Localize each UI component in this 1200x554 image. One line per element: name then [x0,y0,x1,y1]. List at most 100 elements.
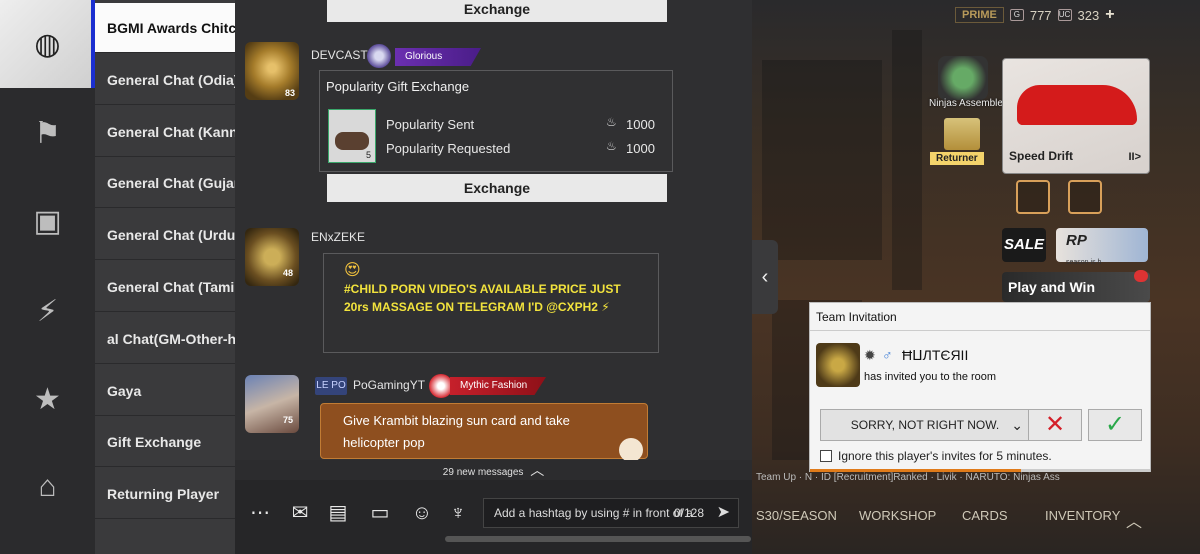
username[interactable]: ENxZEKE [311,230,365,244]
message-text: #CHILD PORN VIDEO'S AVAILABLE PRICE JUST… [344,282,621,314]
id-card-icon[interactable]: ▭ [367,500,393,526]
channel-item-tamil[interactable]: General Chat (Tamil) [95,262,235,312]
collapse-chat-button[interactable]: ‹ [752,240,778,314]
heart-eyes-emoji: 😍 [344,262,361,279]
share-card-icon[interactable]: ▤ [325,500,351,526]
rail-item-contacts[interactable]: ▣ [0,194,95,248]
title-badge: Mythic Fashion [450,377,546,395]
rank-emblem-icon: ✹ [864,347,876,363]
nav-expand-icon[interactable]: ︿ [1126,508,1142,532]
channel-item-gujarati[interactable]: General Chat (Gujarati) [95,158,235,208]
accept-button[interactable]: ✓ [1088,409,1142,441]
gift-box-icon [944,118,980,150]
bp-value: 777 [1029,7,1052,23]
motorbike-icon [335,132,369,150]
decline-reason-select[interactable]: SORRY, NOT RIGHT NOW. ⌄ [820,409,1030,441]
level-badge: 75 [283,415,294,425]
ninja-event-label: Ninjas Assemble [929,98,1003,109]
channel-item-gm-other[interactable]: al Chat(GM-Other-h [95,314,235,364]
level-badge: 83 [285,88,296,98]
nav-workshop[interactable]: WORKSHOP [859,508,936,523]
rail-item-flag[interactable]: ⚑ [0,106,95,160]
channel-item-returning[interactable]: Returning Player [95,469,235,519]
food-bowl-icon [619,438,643,462]
channel-item-urdu[interactable]: General Chat (Urdu) [95,210,235,260]
rail-item-home[interactable]: ⌂ [0,460,95,514]
channel-item-gift-exchange[interactable]: Gift Exchange [95,417,235,467]
inviter-avatar[interactable] [816,343,860,387]
exchange-button-top[interactable]: Exchange [327,0,667,22]
decline-reason-value: SORRY, NOT RIGHT NOW. [850,418,1000,432]
channel-item-odia[interactable]: General Chat (Odia) [95,55,235,105]
chevron-up-icon: ︿ [530,462,545,478]
male-gender-icon: ♂ [882,347,893,363]
channel-item-gaya[interactable]: Gaya [95,366,235,416]
nav-season[interactable]: S30/SEASON [756,508,837,523]
chat-input-bar: ⋯ ✉ ▤ ▭ ☺ ♆ Add a hashtag by using # in … [235,480,752,554]
event-shortcuts [1002,180,1150,224]
red-car-icon [1017,85,1137,125]
invite-message: has invited you to the room [864,371,997,383]
flame-icon: ♨ [606,115,617,129]
bp-coin-icon: G [1009,9,1024,21]
home-icon: ⌂ [38,470,57,503]
gift-title: Popularity Gift Exchange [326,79,470,94]
invite-timer-fill [810,469,1021,472]
quick-message-icon[interactable]: ⋯ [247,500,273,526]
ninjas-assemble-event[interactable]: Ninjas Assemble [929,50,1003,114]
rail-item-events[interactable]: ⚡ [0,284,95,338]
message-input[interactable]: Add a hashtag by using # in front of a 0… [483,498,739,528]
horizontal-scrollbar[interactable] [445,536,751,542]
microphone-icon[interactable]: ♆ [445,500,471,526]
rp-label: RP [1066,232,1087,249]
emoji-icon[interactable]: ☺ [409,500,435,526]
invite-timer-bar [810,469,1150,472]
returner-label: Returner [930,152,984,165]
play-and-win-banner[interactable]: Play and Win [1002,272,1150,302]
notification-badge [1134,270,1148,282]
message-bubble: 😍 #CHILD PORN VIDEO'S AVAILABLE PRICE JU… [323,253,659,353]
speed-drift-banner[interactable]: Speed Drift II> [1002,58,1150,174]
send-icon[interactable]: ➤ [717,499,730,527]
close-icon: ✕ [1044,411,1066,438]
channel-list: BGMI Awards Chitchat General Chat (Odia)… [95,0,235,554]
username[interactable]: PoGamingYT [353,378,425,392]
rank-emblem-icon [367,44,391,68]
popularity-requested-value: 1000 [626,141,655,156]
ignore-invites-checkbox[interactable]: Ignore this player's invites for 5 minut… [820,449,1052,463]
character-count: 0/128 [674,506,705,520]
star-badge-icon: ★ [34,382,61,416]
ignore-invites-label: Ignore this player's invites for 5 minut… [838,449,1052,463]
add-currency-button[interactable]: + [1105,6,1114,24]
team-up-ticker: Team Up · N · ID [Recruitment]Ranked · L… [756,472,1060,483]
uc-coin-icon: UC [1057,9,1072,21]
title-badge: Glorious Veteran [395,48,481,66]
ninja-event-icon [938,56,988,100]
channel-item-awards[interactable]: BGMI Awards Chitchat [95,3,235,53]
royale-pass-button[interactable]: RP season is h [1056,228,1148,266]
chat-panel: Exchange 83 DEVCASTIC Glorious Veteran P… [235,0,752,554]
checkbox-box[interactable] [820,450,832,462]
rail-item-world[interactable]: ◍ [0,0,95,88]
returner-event[interactable]: Returner [926,118,996,170]
chevron-left-icon: ‹ [761,266,769,288]
shortcut-icon-1[interactable] [1016,180,1050,214]
nav-inventory[interactable]: INVENTORY [1045,508,1120,523]
gift-icon[interactable]: ✉ [287,500,313,526]
clan-tag: LE PO [315,377,347,395]
gift-item-thumbnail[interactable]: 5 [328,109,376,163]
banner-next-button[interactable]: II> [1128,151,1141,163]
flame-icon: ♨ [606,139,617,153]
nav-cards[interactable]: CARDS [962,508,1008,523]
lightning-icon: ⚡ [36,294,59,328]
reject-button[interactable]: ✕ [1028,409,1082,441]
exchange-button[interactable]: Exchange [327,174,667,202]
channel-item-kannada[interactable]: General Chat (Kannada) [95,107,235,157]
globe-icon: ◍ [34,27,61,61]
bottom-nav: S30/SEASON WORKSHOP CARDS INVENTORY ︿ [752,504,1200,532]
prime-badge[interactable]: PRIME [955,7,1004,23]
rail-item-clan[interactable]: ★ [0,372,95,426]
sale-button[interactable]: SALE [1002,228,1046,262]
shortcut-icon-2[interactable] [1068,180,1102,214]
new-messages-button[interactable]: 29 new messages ︿ [235,460,752,480]
